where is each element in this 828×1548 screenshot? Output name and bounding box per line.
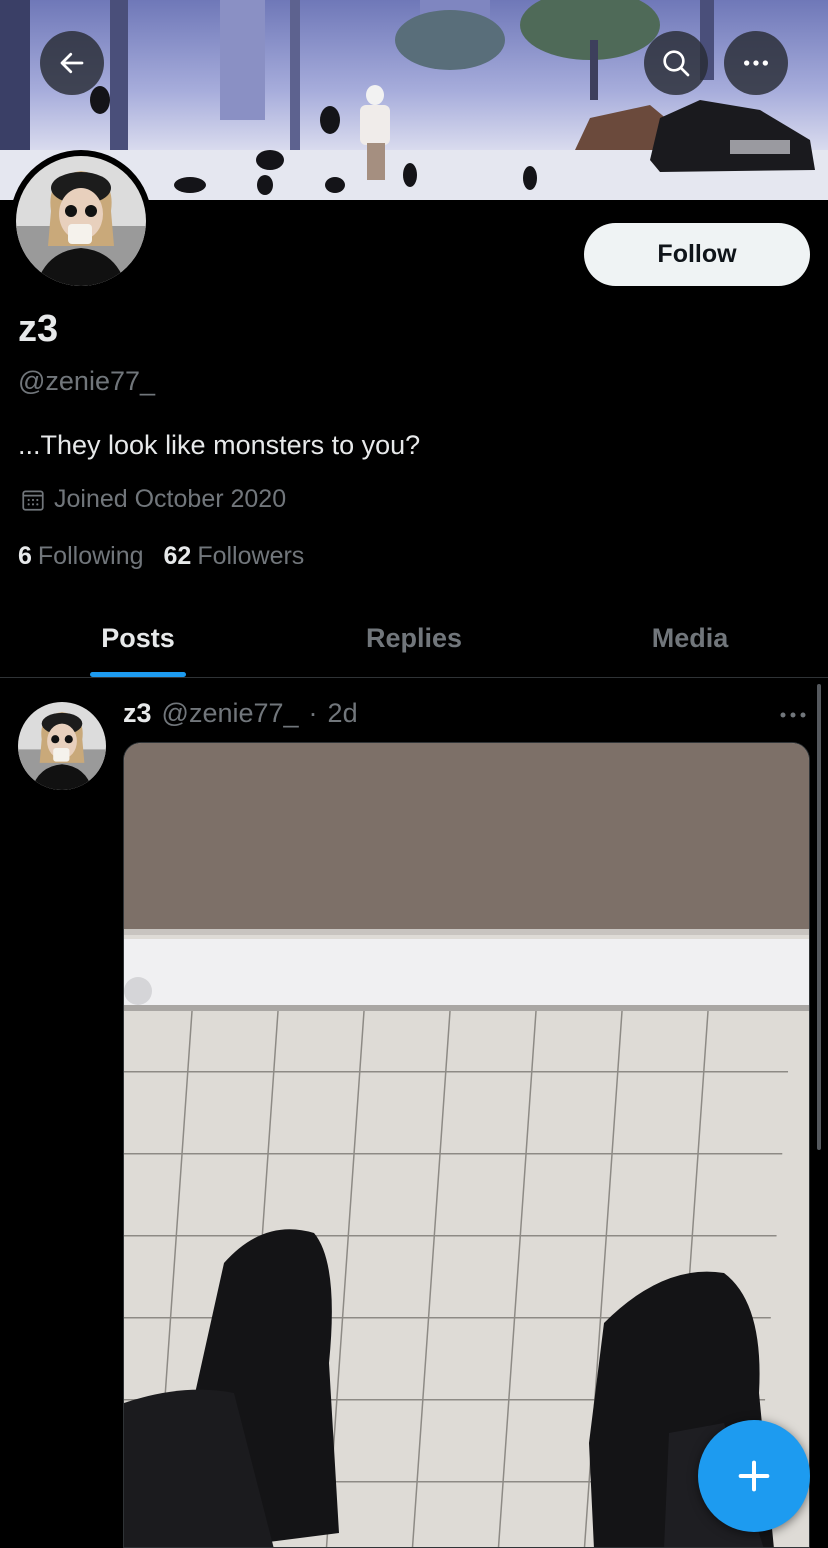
tab-posts[interactable]: Posts (0, 600, 276, 677)
more-button[interactable] (724, 31, 788, 95)
tab-replies[interactable]: Replies (276, 600, 552, 677)
post-separator: · (308, 698, 318, 728)
post-media-image[interactable] (123, 742, 810, 1548)
avatar-image (18, 702, 106, 790)
following-label: Following (37, 542, 144, 570)
scrollbar[interactable] (817, 684, 821, 1150)
profile-stats: 6 Following 62 Followers (18, 542, 304, 571)
more-horizontal-icon (744, 60, 768, 66)
calendar-icon (22, 489, 44, 511)
post-photo (124, 743, 809, 1547)
followers-link[interactable]: 62 Followers (164, 542, 305, 571)
tab-replies-label: Replies (365, 623, 463, 653)
post-author-handle[interactable]: @zenie77_ (162, 698, 299, 729)
following-link[interactable]: 6 Following (18, 542, 144, 571)
tab-media[interactable]: Media (552, 600, 828, 677)
joined-date: Joined October 2020 (20, 485, 286, 514)
search-button[interactable] (644, 31, 708, 95)
profile-tabs: Posts Replies Media (0, 600, 828, 678)
followers-count: 62 (163, 542, 192, 570)
profile-handle: @zenie77_ (18, 366, 156, 396)
profile-avatar[interactable] (10, 150, 152, 292)
active-tab-indicator (90, 672, 186, 677)
post-author-name[interactable]: z3 (123, 698, 152, 729)
profile-display-name: z3 (18, 308, 59, 350)
avatar-image (16, 156, 146, 286)
search-icon (663, 50, 690, 77)
arrow-left-icon (60, 52, 84, 74)
follow-button[interactable]: Follow (584, 223, 810, 286)
compose-post-button[interactable] (698, 1420, 810, 1532)
joined-text: Joined October 2020 (54, 485, 287, 513)
post-avatar[interactable] (18, 702, 106, 790)
back-button[interactable] (40, 31, 104, 95)
tab-posts-label: Posts (101, 623, 175, 653)
post-header: z3 @zenie77_ · 2d (123, 698, 358, 729)
post-timestamp[interactable]: 2d (328, 698, 358, 729)
post-more-button[interactable] (776, 700, 810, 730)
plus-icon (738, 1460, 770, 1492)
followers-label: Followers (197, 542, 305, 570)
tab-media-label: Media (651, 623, 729, 653)
following-count: 6 (18, 542, 32, 570)
more-horizontal-icon (780, 712, 806, 718)
profile-bio: ...They look like monsters to you? (18, 430, 421, 460)
